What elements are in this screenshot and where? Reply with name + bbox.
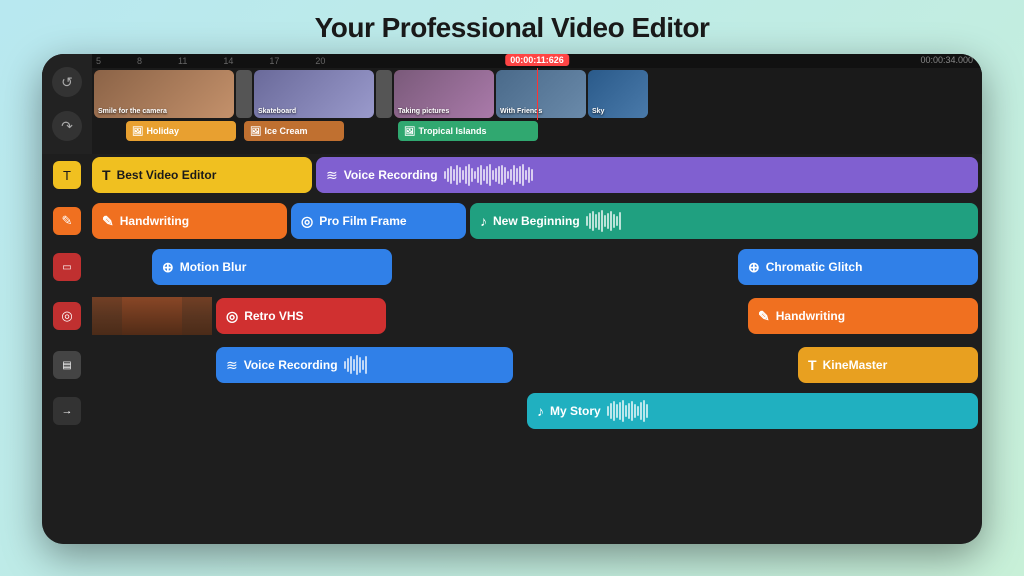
block-label: My Story xyxy=(550,404,601,418)
sub-clips-track: 🖼 Holiday 🖼 Ice Cream 🖼 Tropical Islands xyxy=(92,120,982,142)
track-side-1: T xyxy=(42,161,92,189)
sub-clip-label: Tropical Islands xyxy=(418,126,486,136)
waveform-visual xyxy=(444,163,968,187)
clip-divider2 xyxy=(376,70,392,118)
voice-recording-block-1[interactable]: ≋ Voice Recording xyxy=(316,157,978,193)
track-row-5: ▤ ≋ Voice Recording T KineMaster xyxy=(42,344,982,386)
motion-blur-block[interactable]: ⊕ Motion Blur xyxy=(152,249,392,285)
track-content-3: ⊕ Motion Blur ⊕ Chromatic Glitch xyxy=(92,248,982,286)
track-row-1: T T Best Video Editor ≋ Voice Recording xyxy=(42,154,982,196)
pro-film-frame-block[interactable]: ◎ Pro Film Frame xyxy=(291,203,466,239)
clip-label: Taking pictures xyxy=(398,108,449,115)
playhead xyxy=(537,68,538,120)
clip-label: Smile for the camera xyxy=(98,108,167,115)
waveform-visual-4 xyxy=(607,399,968,423)
video-clip-sky[interactable]: Sky xyxy=(588,70,648,118)
track-row-4: ◎ ◎ Retro VHS ✎ Handwriting xyxy=(42,292,982,340)
track-content-6: ♪ My Story xyxy=(92,392,982,430)
left-controls: ↺ ↷ xyxy=(42,54,92,154)
sub-clip-label: Ice Cream xyxy=(264,126,307,136)
timeline-ruler: 5 8 11 14 17 20 00:00:11:626 00:00:34.00… xyxy=(92,54,982,68)
track-content-2: ✎ Handwriting ◎ Pro Film Frame ♪ New Beg… xyxy=(92,202,982,240)
sub-clip-label: Holiday xyxy=(146,126,179,136)
kinemaster-block[interactable]: T KineMaster xyxy=(798,347,978,383)
track-content-1: T Best Video Editor ≋ Voice Recording xyxy=(92,156,982,194)
music-icon-2: ♪ xyxy=(537,403,544,419)
glitch-icon: ⊕ xyxy=(748,259,760,276)
text-track-icon: T xyxy=(53,161,81,189)
wave-icon-2: ≋ xyxy=(226,357,238,374)
music-icon: ♪ xyxy=(480,213,487,229)
sub-clip-icecream[interactable]: 🖼 Ice Cream xyxy=(244,121,344,141)
handwriting-track-icon: ✎ xyxy=(53,207,81,235)
block-label: Best Video Editor xyxy=(117,168,217,182)
clip-label: With Friends xyxy=(500,108,542,115)
block-label: Chromatic Glitch xyxy=(766,260,863,274)
menu-track-icon: ▤ xyxy=(53,351,81,379)
block-label: Voice Recording xyxy=(244,358,338,372)
waveform-visual-3 xyxy=(344,353,503,377)
effect-track-icon: ▭ xyxy=(53,253,81,281)
effect-icon: ⊕ xyxy=(162,259,174,276)
clip-label: Skateboard xyxy=(258,108,296,115)
end-time-indicator: 00:00:34.000 xyxy=(915,54,978,66)
handwriting-block[interactable]: ✎ Handwriting xyxy=(92,203,287,239)
redo-button[interactable]: ↷ xyxy=(52,111,82,141)
sub-clip-tropical[interactable]: 🖼 Tropical Islands xyxy=(398,121,538,141)
voice-recording-block-2[interactable]: ≋ Voice Recording xyxy=(216,347,513,383)
page-title: Your Professional Video Editor xyxy=(315,12,710,44)
timeline-tracks: 5 8 11 14 17 20 00:00:11:626 00:00:34.00… xyxy=(92,54,982,154)
new-beginning-block[interactable]: ♪ New Beginning xyxy=(470,203,978,239)
my-story-block[interactable]: ♪ My Story xyxy=(527,393,978,429)
block-label: Handwriting xyxy=(776,309,845,323)
waveform-visual-2 xyxy=(586,209,968,233)
track-side-6: → xyxy=(42,397,92,425)
video-placeholder xyxy=(92,297,212,335)
block-label: Motion Blur xyxy=(180,260,247,274)
main-video-track: Smile for the camera Skateboard Taking p… xyxy=(92,68,982,120)
video-clip-smile[interactable]: Smile for the camera xyxy=(94,70,234,118)
undo-button[interactable]: ↺ xyxy=(52,67,82,97)
track-side-5: ▤ xyxy=(42,351,92,379)
tracks-area: T T Best Video Editor ≋ Voice Recording xyxy=(42,154,982,544)
clip-label: Sky xyxy=(592,108,604,115)
sub-clip-holiday[interactable]: 🖼 Holiday xyxy=(126,121,236,141)
track-side-2: ✎ xyxy=(42,207,92,235)
retro-icon: ◎ xyxy=(226,308,238,325)
video-clip-skate[interactable]: Skateboard xyxy=(254,70,374,118)
handwriting-block-2[interactable]: ✎ Handwriting xyxy=(748,298,978,334)
device-frame: ↺ ↷ 5 8 11 14 17 20 00:00:11:626 00:00:3… xyxy=(42,54,982,544)
handwriting-icon-2: ✎ xyxy=(758,308,770,325)
track-content-4: ◎ Retro VHS ✎ Handwriting xyxy=(92,297,982,335)
text-icon: T xyxy=(102,167,111,183)
kinemaster-icon: T xyxy=(808,357,817,373)
track-row-3: ▭ ⊕ Motion Blur ⊕ Chromatic Glitch xyxy=(42,246,982,288)
block-label: New Beginning xyxy=(493,214,580,228)
clip-divider xyxy=(236,70,252,118)
best-video-editor-block[interactable]: T Best Video Editor xyxy=(92,157,312,193)
chromatic-glitch-block[interactable]: ⊕ Chromatic Glitch xyxy=(738,249,978,285)
timeline-header: ↺ ↷ 5 8 11 14 17 20 00:00:11:626 00:00:3… xyxy=(42,54,982,154)
retro-track-icon: ◎ xyxy=(53,302,81,330)
track-row-2: ✎ ✎ Handwriting ◎ Pro Film Frame ♪ New B… xyxy=(42,200,982,242)
waveform-icon: ≋ xyxy=(326,167,338,184)
block-label: Handwriting xyxy=(120,214,189,228)
block-label: Voice Recording xyxy=(344,168,438,182)
track-side-4: ◎ xyxy=(42,302,92,330)
video-clip-friends[interactable]: With Friends xyxy=(496,70,586,118)
block-label: KineMaster xyxy=(823,358,888,372)
track-row-6: → ♪ My Story xyxy=(42,390,982,432)
retro-vhs-block[interactable]: ◎ Retro VHS xyxy=(216,298,386,334)
track-side-3: ▭ xyxy=(42,253,92,281)
video-clip-photos[interactable]: Taking pictures xyxy=(394,70,494,118)
block-label: Retro VHS xyxy=(244,309,303,323)
arrow-track-icon: → xyxy=(53,397,81,425)
film-icon: ◎ xyxy=(301,213,313,230)
handwriting-icon: ✎ xyxy=(102,213,114,230)
block-label: Pro Film Frame xyxy=(319,214,406,228)
current-time-indicator: 00:00:11:626 xyxy=(505,54,569,66)
bottom-video-thumb xyxy=(92,297,212,335)
track-content-5: ≋ Voice Recording T KineMaster xyxy=(92,346,982,384)
